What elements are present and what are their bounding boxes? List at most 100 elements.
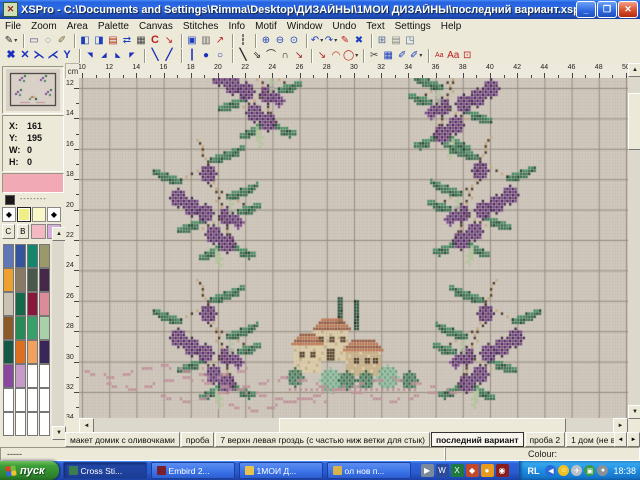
palette-swatch[interactable] (39, 364, 50, 388)
select-edit-icon[interactable]: ✐ (55, 34, 69, 47)
menu-motif[interactable]: Motif (250, 21, 282, 32)
palette-swatch[interactable] (27, 268, 38, 292)
palette-swatch[interactable] (39, 388, 50, 412)
taskbar-button[interactable]: Cross Sti... (63, 462, 147, 479)
petite-a-icon[interactable]: ◥ (83, 49, 97, 62)
select-lasso-icon[interactable]: ◌ (41, 34, 55, 47)
palette-swatch[interactable] (3, 316, 14, 340)
stitch-canvas[interactable] (79, 78, 628, 418)
red-ellipse-icon[interactable]: ◯▾ (343, 49, 358, 62)
messenger-icon[interactable]: ● (481, 464, 494, 477)
red-arc-icon[interactable]: ◠ (329, 49, 343, 62)
vertical-scrollbar[interactable]: ▲ ▼ (628, 63, 640, 418)
palette-swatch[interactable] (27, 316, 38, 340)
backstitch-arch-icon[interactable]: ∩ (278, 49, 292, 62)
backstitch-line-icon[interactable]: ┃ (185, 49, 199, 62)
select-dashed-icon[interactable]: ⊡ (460, 49, 474, 62)
palette-swatch[interactable] (15, 412, 26, 436)
network-icon[interactable]: ▣ (584, 465, 595, 476)
palette-swatch[interactable] (3, 364, 14, 388)
vertical-scroll-thumb[interactable] (628, 93, 640, 150)
horizontal-scrollbar[interactable]: ◄ ► (79, 418, 628, 432)
palette-swatch[interactable] (15, 388, 26, 412)
backstitch-red-icon[interactable]: ↘ (292, 49, 306, 62)
backstitch-arc-icon[interactable]: ⌒ (264, 49, 278, 62)
palette-swatch[interactable] (27, 292, 38, 316)
palette-swatch[interactable] (15, 292, 26, 316)
palette-swatch[interactable] (3, 340, 14, 364)
taskbar-button[interactable]: 1МОИ Д... (239, 462, 323, 479)
palette-swatch[interactable] (3, 268, 14, 292)
floss-icon[interactable]: ┇ (236, 34, 250, 47)
text-small-icon[interactable]: Aa (432, 49, 446, 62)
backstitch-a-icon[interactable]: ╲ (236, 49, 250, 62)
volume-icon[interactable]: ● (597, 465, 608, 476)
knife-b-icon-dropdown[interactable]: ▾ (419, 53, 422, 59)
motif-tile-icon[interactable]: ▦ (134, 34, 148, 47)
menu-help[interactable]: Help (436, 21, 467, 32)
tab-scroll-right-icon[interactable]: ► (627, 432, 640, 447)
pattern-tab[interactable]: проба (181, 432, 214, 447)
color-symbol-cell[interactable] (17, 207, 31, 222)
rotate-icon[interactable]: C (148, 34, 162, 47)
menu-canvas[interactable]: Canvas (134, 21, 178, 32)
photo-app-icon[interactable]: ◆ (466, 464, 479, 477)
pattern-tab[interactable]: 7 верхн левая гроздь (с частью ниж ветки… (215, 432, 430, 447)
scroll-right-icon[interactable]: ► (613, 418, 628, 433)
text-large-icon[interactable]: Aa (446, 49, 460, 62)
color-symbol-cell[interactable] (32, 207, 46, 222)
zoom-in-icon[interactable]: ⊕ (259, 34, 273, 47)
circle-icon[interactable]: ○ (213, 49, 227, 62)
recent-color-swatch[interactable] (31, 224, 45, 239)
title-bar[interactable]: ✕ XSPro - C:\Documents and Settings\Rimm… (0, 0, 640, 19)
backstitch-b-icon[interactable]: ⇘ (250, 49, 264, 62)
red-ellipse-icon-dropdown[interactable]: ▾ (355, 53, 358, 59)
bead-icon[interactable]: ● (199, 49, 213, 62)
palette-swatch[interactable] (39, 316, 50, 340)
motif-flip-v-icon[interactable]: ◨ (92, 34, 106, 47)
thread-row[interactable]: -------- (2, 194, 62, 205)
zoom-actual-icon[interactable]: ⊙ (287, 34, 301, 47)
menu-text[interactable]: Text (361, 21, 389, 32)
keyboard-layout-indicator[interactable]: RL (527, 466, 539, 476)
redo-icon-dropdown[interactable]: ▾ (334, 38, 337, 44)
quarter-stitch-a-icon[interactable]: ⋋ (32, 49, 46, 62)
petite-d-icon[interactable]: ◤ (125, 49, 139, 62)
pointer-icon[interactable]: ↗ (213, 34, 227, 47)
knife-a-icon[interactable]: ✐ (395, 49, 409, 62)
taskbar-button[interactable]: Embird 2... (151, 462, 235, 479)
half-right-icon[interactable]: ╱ (162, 49, 176, 62)
palette-swatch[interactable] (27, 340, 38, 364)
full-stitch-icon[interactable]: ✖ (4, 49, 18, 62)
cut-icon[interactable]: ✂ (367, 49, 381, 62)
draw-pencil-icon-dropdown[interactable]: ▾ (14, 38, 17, 44)
palette-swatch[interactable] (39, 292, 50, 316)
palette-swatch[interactable] (39, 412, 50, 436)
close-button[interactable]: ✕ (618, 1, 638, 18)
half-left-icon[interactable]: ╲ (148, 49, 162, 62)
new-doc-icon[interactable]: ▤ (389, 34, 403, 47)
pattern-tab[interactable]: проба 2 (525, 432, 566, 447)
undo-icon[interactable]: ↶▾ (310, 34, 324, 47)
palette-swatch[interactable] (15, 316, 26, 340)
export-doc-icon[interactable]: ◳ (403, 34, 417, 47)
pattern-window-icon[interactable]: ▦ (381, 49, 395, 62)
menu-zoom[interactable]: Zoom (26, 21, 62, 32)
redo-icon[interactable]: ↷▾ (324, 34, 338, 47)
palette-swatch[interactable] (3, 412, 14, 436)
petite-c-icon[interactable]: ◣ (111, 49, 125, 62)
mode-button-c[interactable]: C (2, 224, 15, 239)
palette-swatch[interactable] (15, 364, 26, 388)
palette-swatch[interactable] (15, 244, 26, 268)
scroll-down-icon[interactable]: ▼ (628, 405, 640, 419)
start-button[interactable]: пуск (0, 461, 59, 480)
palette-scroll-down-icon[interactable]: ▼ (52, 426, 66, 440)
palette-swatch[interactable] (39, 244, 50, 268)
menu-area[interactable]: Area (62, 21, 93, 32)
quarter-stitch-b-icon[interactable]: ⋌ (46, 49, 60, 62)
horizontal-scroll-thumb[interactable] (279, 418, 566, 433)
palette-scrollbar[interactable]: ▲ ▼ (52, 227, 64, 440)
pattern-tab[interactable]: 1 дом (не весь для стыковки) (566, 432, 616, 447)
palette-swatch[interactable] (27, 364, 38, 388)
half-stitch-icon[interactable]: ✕ (18, 49, 32, 62)
